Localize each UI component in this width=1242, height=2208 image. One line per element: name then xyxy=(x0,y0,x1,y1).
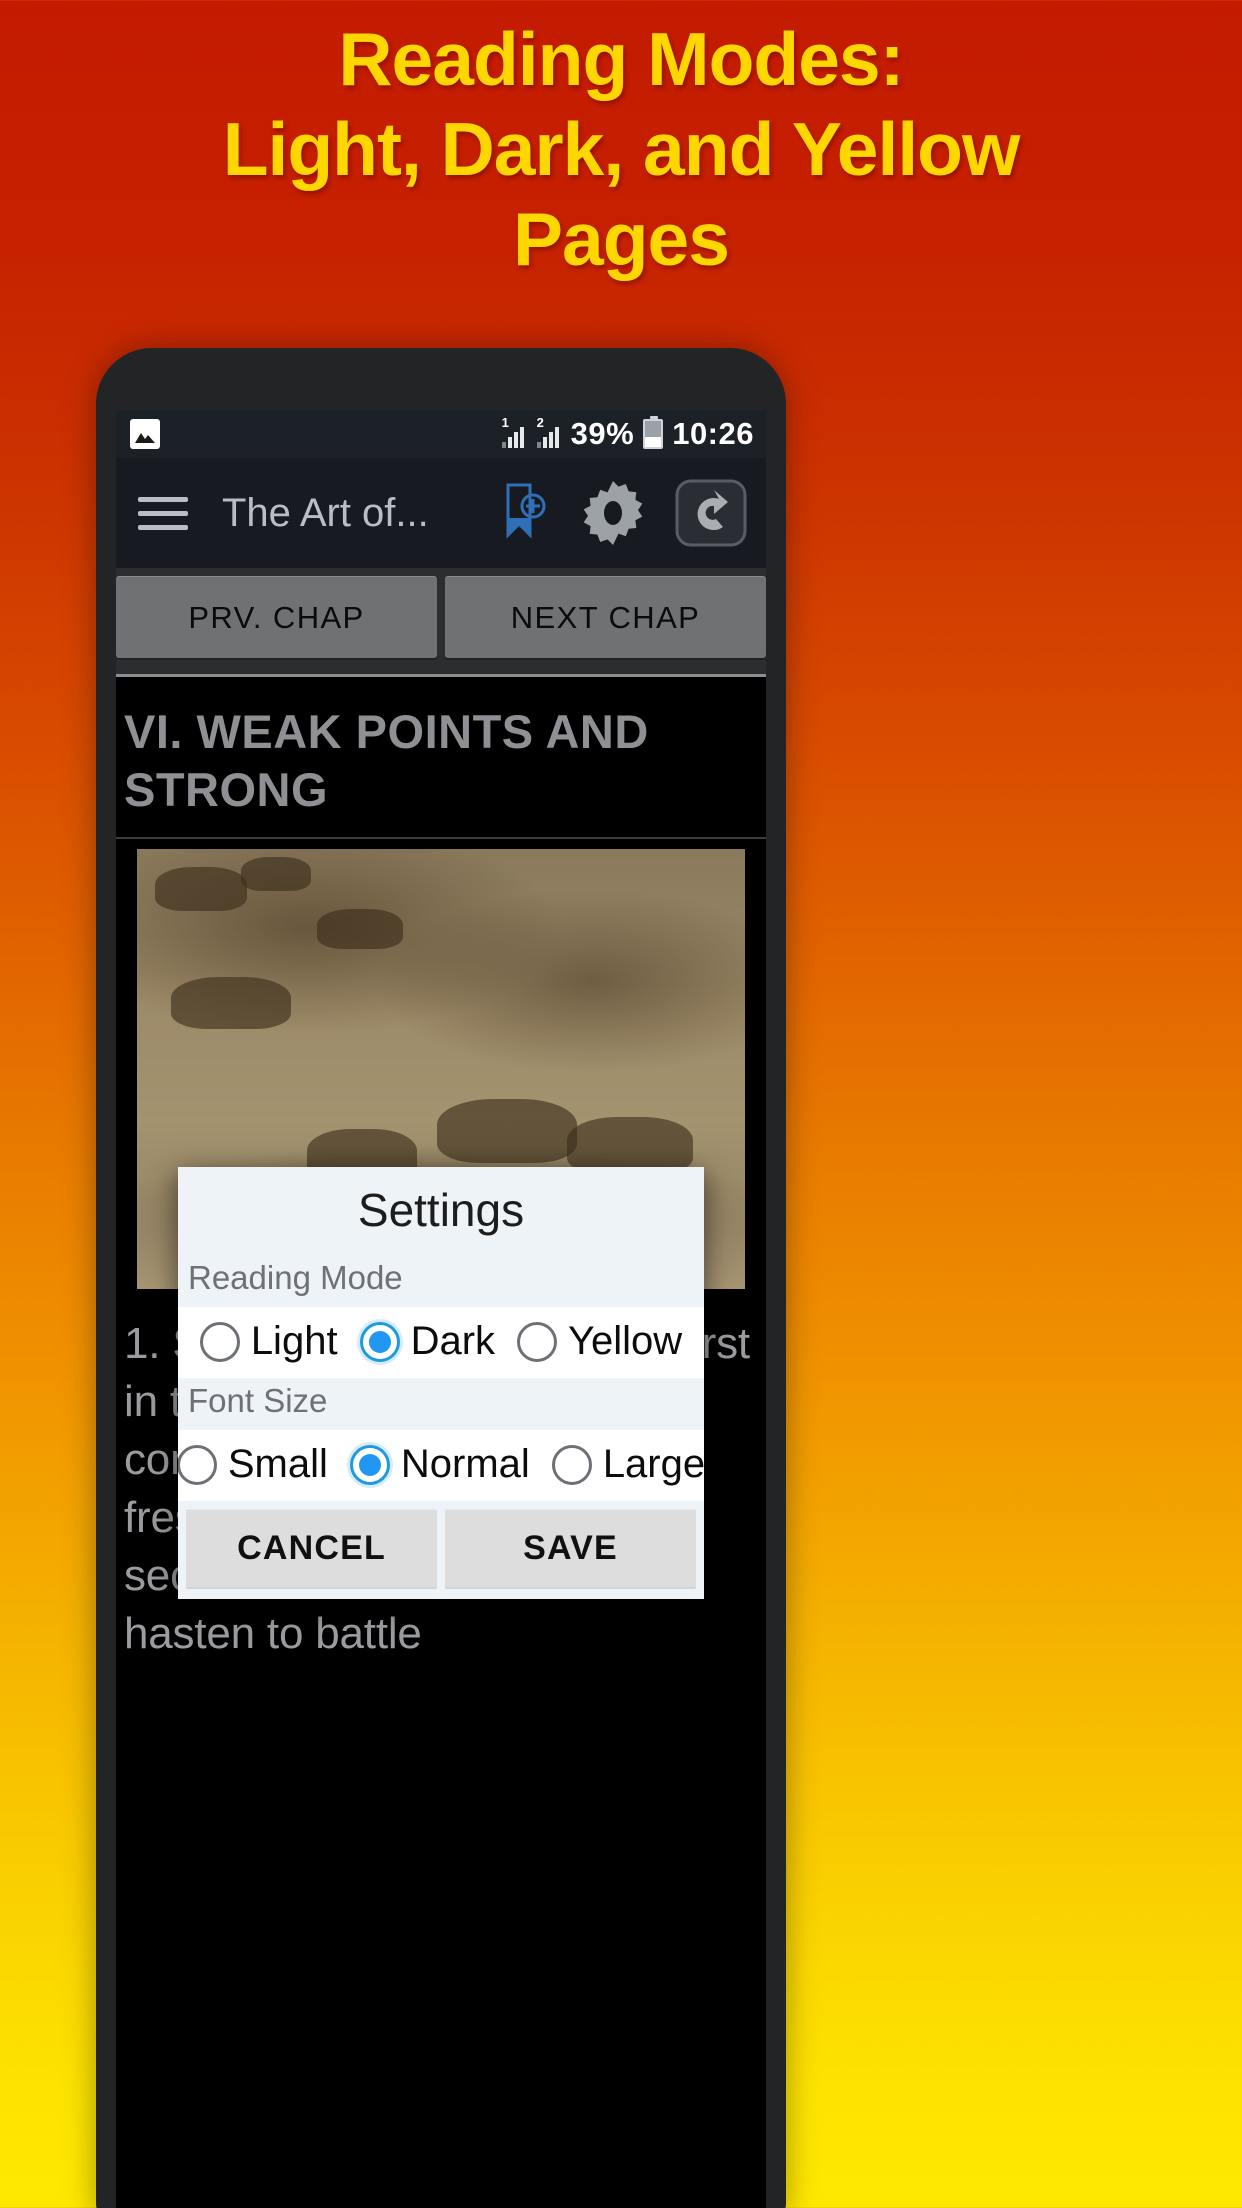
status-bar-left xyxy=(130,419,160,449)
status-bar-right: 1 2 39% 10:26 xyxy=(501,416,754,452)
bookmark-add-icon[interactable] xyxy=(496,482,552,544)
reading-mode-label: Reading Mode xyxy=(178,1255,704,1307)
phone-screen: 1 2 39% 10:26 The Art of... PRV. CHAP NE… xyxy=(116,410,766,2208)
reading-mode-option-dark[interactable]: Dark xyxy=(349,1319,506,1364)
radio-icon-large[interactable] xyxy=(551,1444,592,1485)
font-size-options: Small Normal Large xyxy=(178,1430,704,1501)
undo-back-icon[interactable] xyxy=(672,475,750,551)
battery-percent: 39% xyxy=(570,416,635,451)
reader-content: VI. WEAK POINTS AND STRONG 1. Sun Tzu sa… xyxy=(116,677,766,2208)
reading-mode-option-light[interactable]: Light xyxy=(189,1319,349,1364)
image-icon xyxy=(130,419,160,449)
radio-icon-normal[interactable] xyxy=(349,1444,390,1485)
save-button[interactable]: SAVE xyxy=(445,1509,696,1587)
headline-line-3: Pages xyxy=(513,197,730,281)
font-size-option-normal[interactable]: Normal xyxy=(339,1442,541,1487)
chapter-navigation: PRV. CHAP NEXT CHAP xyxy=(116,568,766,677)
signal-1-icon: 1 xyxy=(501,416,527,449)
font-size-option-large[interactable]: Large xyxy=(541,1442,704,1487)
reading-mode-yellow-label: Yellow xyxy=(568,1319,683,1363)
font-size-normal-label: Normal xyxy=(400,1442,530,1486)
promo-headline: Reading Modes: Light, Dark, and Yellow P… xyxy=(0,14,1242,284)
radio-icon-dark[interactable] xyxy=(359,1321,400,1362)
dialog-actions: CANCEL SAVE xyxy=(178,1501,704,1599)
battery-icon xyxy=(643,416,664,449)
radio-icon-yellow[interactable] xyxy=(517,1321,558,1362)
cancel-button[interactable]: CANCEL xyxy=(186,1509,437,1587)
status-bar: 1 2 39% 10:26 xyxy=(116,410,766,458)
radio-icon-light[interactable] xyxy=(199,1321,240,1362)
headline-line-1: Reading Modes: xyxy=(338,17,904,101)
font-size-large-label: Large xyxy=(602,1442,704,1486)
font-size-option-small[interactable]: Small xyxy=(178,1442,339,1487)
reading-mode-option-yellow[interactable]: Yellow xyxy=(506,1319,693,1364)
clock: 10:26 xyxy=(672,416,754,451)
dialog-title: Settings xyxy=(178,1167,704,1255)
hamburger-menu-icon[interactable] xyxy=(132,496,188,530)
headline-line-2: Light, Dark, and Yellow xyxy=(222,107,1021,191)
app-toolbar: The Art of... xyxy=(116,458,766,568)
signal-2-icon: 2 xyxy=(536,416,562,449)
settings-dialog: Settings Reading Mode Light Dark Yellow … xyxy=(178,1167,704,1599)
prev-chapter-button[interactable]: PRV. CHAP xyxy=(116,576,437,658)
app-title: The Art of... xyxy=(222,490,429,535)
dialog-overlay: Settings Reading Mode Light Dark Yellow … xyxy=(116,677,766,2208)
gear-icon[interactable] xyxy=(576,477,650,549)
next-chapter-button[interactable]: NEXT CHAP xyxy=(445,576,766,658)
font-size-label: Font Size xyxy=(178,1378,704,1430)
phone-mockup: 1 2 39% 10:26 The Art of... PRV. CHAP NE… xyxy=(96,348,786,2208)
reading-mode-light-label: Light xyxy=(250,1319,338,1363)
reading-mode-dark-label: Dark xyxy=(410,1319,496,1363)
font-size-small-label: Small xyxy=(227,1442,328,1486)
radio-icon-small[interactable] xyxy=(178,1444,217,1485)
reading-mode-options: Light Dark Yellow xyxy=(178,1307,704,1378)
